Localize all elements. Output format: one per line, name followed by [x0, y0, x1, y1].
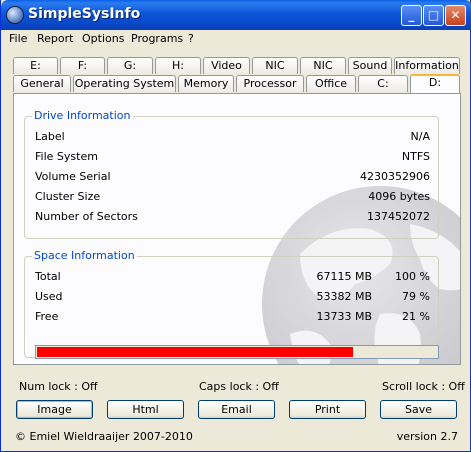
tab-memory[interactable]: Memory: [178, 75, 234, 92]
space-row-free: Free 13733 MB 21 %: [35, 310, 430, 324]
tab-general[interactable]: General: [13, 75, 71, 92]
print-button[interactable]: Print: [289, 400, 366, 419]
drive-row-filesystem: File System NTFS: [35, 150, 430, 164]
total-percent: 100 %: [395, 270, 430, 283]
tab-office[interactable]: Office: [306, 75, 356, 92]
free-key: Free: [35, 310, 59, 323]
drive-information-title: Drive Information: [32, 109, 133, 122]
free-mb: 13733 MB: [316, 310, 372, 323]
filesystem-key: File System: [35, 150, 98, 163]
maximize-button[interactable]: □: [423, 5, 444, 26]
globe-icon: [7, 7, 23, 23]
volume-serial-value: 4230352906: [360, 170, 430, 183]
menu-programs[interactable]: Programs: [131, 32, 183, 45]
tab-row-2: General Operating System Memory Processo…: [13, 74, 461, 93]
minimize-button[interactable]: _: [401, 5, 422, 26]
drive-label-key: Label: [35, 130, 65, 143]
tab-drive-f[interactable]: F:: [60, 57, 105, 74]
drive-label-value: N/A: [410, 130, 430, 143]
image-button[interactable]: Image: [16, 400, 93, 419]
tab-drive-d[interactable]: D:: [410, 74, 460, 93]
tab-nic-2[interactable]: NIC: [300, 57, 346, 74]
volume-serial-key: Volume Serial: [35, 170, 111, 183]
cluster-size-key: Cluster Size: [35, 190, 101, 203]
title-bar[interactable]: SimpleSysInfo _ □ ✕: [1, 0, 471, 30]
scroll-lock-status: Scroll lock : Off: [382, 380, 465, 393]
tab-drive-h[interactable]: H:: [155, 57, 201, 74]
free-percent: 21 %: [402, 310, 430, 323]
menu-file[interactable]: File: [9, 32, 27, 45]
tab-video[interactable]: Video: [203, 57, 250, 74]
space-row-used: Used 53382 MB 79 %: [35, 290, 430, 304]
disk-usage-fill: [37, 347, 353, 357]
caps-lock-status: Caps lock : Off: [199, 380, 279, 393]
copyright-text: © Emiel Wieldraaijer 2007-2010: [15, 430, 193, 443]
tab-drive-e[interactable]: E:: [13, 57, 58, 74]
version-text: version 2.7: [396, 430, 458, 443]
html-button[interactable]: Html: [107, 400, 184, 419]
space-row-total: Total 67115 MB 100 %: [35, 270, 430, 284]
menu-bar: File Report Options Programs ?: [1, 30, 470, 48]
menu-options[interactable]: Options: [82, 32, 124, 45]
close-button[interactable]: ✕: [445, 5, 466, 26]
sectors-value: 137452072: [367, 210, 430, 223]
menu-report[interactable]: Report: [37, 32, 73, 45]
tab-panel-drive-d: Drive Information Label N/A File System …: [13, 93, 461, 365]
used-key: Used: [35, 290, 63, 303]
tab-row-1: E: F: G: H: Video NIC NIC Sound Informat…: [13, 57, 461, 75]
tab-nic-1[interactable]: NIC: [252, 57, 298, 74]
cluster-size-value: 4096 bytes: [368, 190, 430, 203]
drive-row-label: Label N/A: [35, 130, 430, 144]
tab-operating-system[interactable]: Operating System: [73, 75, 176, 92]
disk-usage-bar: [35, 345, 439, 359]
tab-drive-c[interactable]: C:: [358, 75, 408, 92]
tab-drive-g[interactable]: G:: [107, 57, 153, 74]
used-mb: 53382 MB: [316, 290, 372, 303]
app-window: SimpleSysInfo _ □ ✕ File Report Options …: [0, 0, 471, 452]
total-mb: 67115 MB: [316, 270, 372, 283]
space-information-title: Space Information: [32, 249, 137, 262]
drive-information-group: Drive Information Label N/A File System …: [24, 109, 439, 239]
drive-row-volume-serial: Volume Serial 4230352906: [35, 170, 430, 184]
used-percent: 79 %: [402, 290, 430, 303]
space-information-group: Space Information Total 67115 MB 100 % U…: [24, 249, 439, 359]
tab-sound[interactable]: Sound: [348, 57, 392, 74]
drive-row-sectors: Number of Sectors 137452072: [35, 210, 430, 224]
window-title: SimpleSysInfo: [28, 6, 141, 22]
sectors-key: Number of Sectors: [35, 210, 138, 223]
save-button[interactable]: Save: [380, 400, 457, 419]
num-lock-status: Num lock : Off: [19, 380, 98, 393]
total-key: Total: [35, 270, 61, 283]
menu-help[interactable]: ?: [188, 32, 194, 45]
tab-information[interactable]: Information: [394, 57, 460, 74]
filesystem-value: NTFS: [401, 150, 430, 163]
email-button[interactable]: Email: [198, 400, 275, 419]
tab-processor[interactable]: Processor: [236, 75, 304, 92]
drive-row-cluster-size: Cluster Size 4096 bytes: [35, 190, 430, 204]
